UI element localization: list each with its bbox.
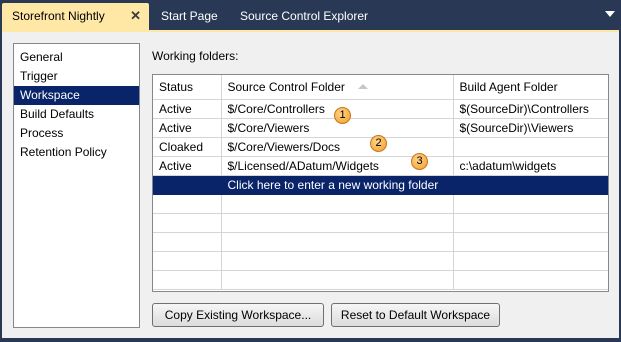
table-row[interactable]: Active $/Licensed/ADatum/Widgets c:\adat… xyxy=(153,156,608,176)
empty-cell xyxy=(453,232,608,252)
callout-marker-1: 1 xyxy=(334,107,351,124)
new-working-folder-row[interactable]: Click here to enter a new working folder xyxy=(153,175,608,195)
agent-folder-cell[interactable]: $(SourceDir)\Viewers xyxy=(453,118,608,138)
empty-cell xyxy=(221,270,454,290)
chevron-down-icon[interactable] xyxy=(605,11,615,17)
nav-item-retention-policy[interactable]: Retention Policy xyxy=(14,143,139,162)
empty-row xyxy=(153,270,608,290)
nav-item-workspace[interactable]: Workspace xyxy=(14,86,139,105)
nav-item-trigger[interactable]: Trigger xyxy=(14,67,139,86)
tab-label: Start Page xyxy=(161,9,218,23)
working-folders-grid: Status Source Control Folder Build Agent… xyxy=(152,74,609,292)
status-cell[interactable]: Active xyxy=(153,156,222,176)
document-tab-strip: Storefront Nightly ✕ Start Page Source C… xyxy=(0,0,621,30)
column-header-status[interactable]: Status xyxy=(153,75,222,100)
empty-row xyxy=(153,232,608,252)
empty-cell xyxy=(153,194,222,214)
empty-cell xyxy=(453,213,608,233)
tab-source-control-explorer[interactable]: Source Control Explorer xyxy=(230,3,368,30)
empty-row xyxy=(153,213,608,233)
empty-cell xyxy=(153,232,222,252)
close-icon[interactable]: ✕ xyxy=(130,3,141,29)
agent-folder-cell[interactable]: $(SourceDir)\Controllers xyxy=(453,99,608,119)
tab-label: Storefront Nightly xyxy=(12,9,105,23)
empty-cell xyxy=(221,251,454,271)
reset-to-default-workspace-button[interactable]: Reset to Default Workspace xyxy=(331,303,500,327)
status-cell[interactable]: Cloaked xyxy=(153,137,222,157)
nav-item-general[interactable]: General xyxy=(14,48,139,67)
tab-start-page[interactable]: Start Page xyxy=(151,3,218,30)
empty-cell xyxy=(221,213,454,233)
column-header-build-agent-folder[interactable]: Build Agent Folder xyxy=(453,75,608,100)
sort-ascending-icon xyxy=(357,84,368,89)
grid-header-row: Status Source Control Folder Build Agent… xyxy=(153,75,608,100)
empty-cell xyxy=(453,194,608,214)
agent-folder-cell[interactable]: c:\adatum\widgets xyxy=(453,156,608,176)
status-cell[interactable]: Active xyxy=(153,118,222,138)
settings-nav-list: General Trigger Workspace Build Defaults… xyxy=(13,43,140,328)
build-definition-pane: General Trigger Workspace Build Defaults… xyxy=(2,30,619,338)
callout-marker-3: 3 xyxy=(411,153,428,170)
callout-marker-2: 2 xyxy=(370,135,387,152)
empty-cell xyxy=(153,251,222,271)
empty-row xyxy=(153,251,608,271)
empty-cell[interactable] xyxy=(453,175,608,195)
column-header-source-control-folder[interactable]: Source Control Folder xyxy=(221,75,454,100)
tab-storefront-nightly[interactable]: Storefront Nightly ✕ xyxy=(2,3,149,30)
working-folders-label: Working folders: xyxy=(152,49,239,63)
empty-cell xyxy=(153,270,222,290)
table-row[interactable]: Active $/Core/Viewers $(SourceDir)\Viewe… xyxy=(153,118,608,138)
tab-label: Source Control Explorer xyxy=(240,9,369,23)
empty-row xyxy=(153,194,608,214)
copy-existing-workspace-button[interactable]: Copy Existing Workspace... xyxy=(152,303,324,327)
column-header-label: Source Control Folder xyxy=(227,79,345,94)
empty-cell xyxy=(453,251,608,271)
new-working-folder-prompt[interactable]: Click here to enter a new working folder xyxy=(221,175,454,195)
nav-item-build-defaults[interactable]: Build Defaults xyxy=(14,105,139,124)
empty-cell xyxy=(221,194,454,214)
empty-cell xyxy=(453,270,608,290)
status-cell[interactable]: Active xyxy=(153,99,222,119)
empty-cell[interactable] xyxy=(153,175,222,195)
table-row[interactable]: Active $/Core/Controllers $(SourceDir)\C… xyxy=(153,99,608,119)
empty-cell xyxy=(221,232,454,252)
nav-item-process[interactable]: Process xyxy=(14,124,139,143)
empty-cell xyxy=(153,213,222,233)
agent-folder-cell[interactable] xyxy=(453,137,608,157)
